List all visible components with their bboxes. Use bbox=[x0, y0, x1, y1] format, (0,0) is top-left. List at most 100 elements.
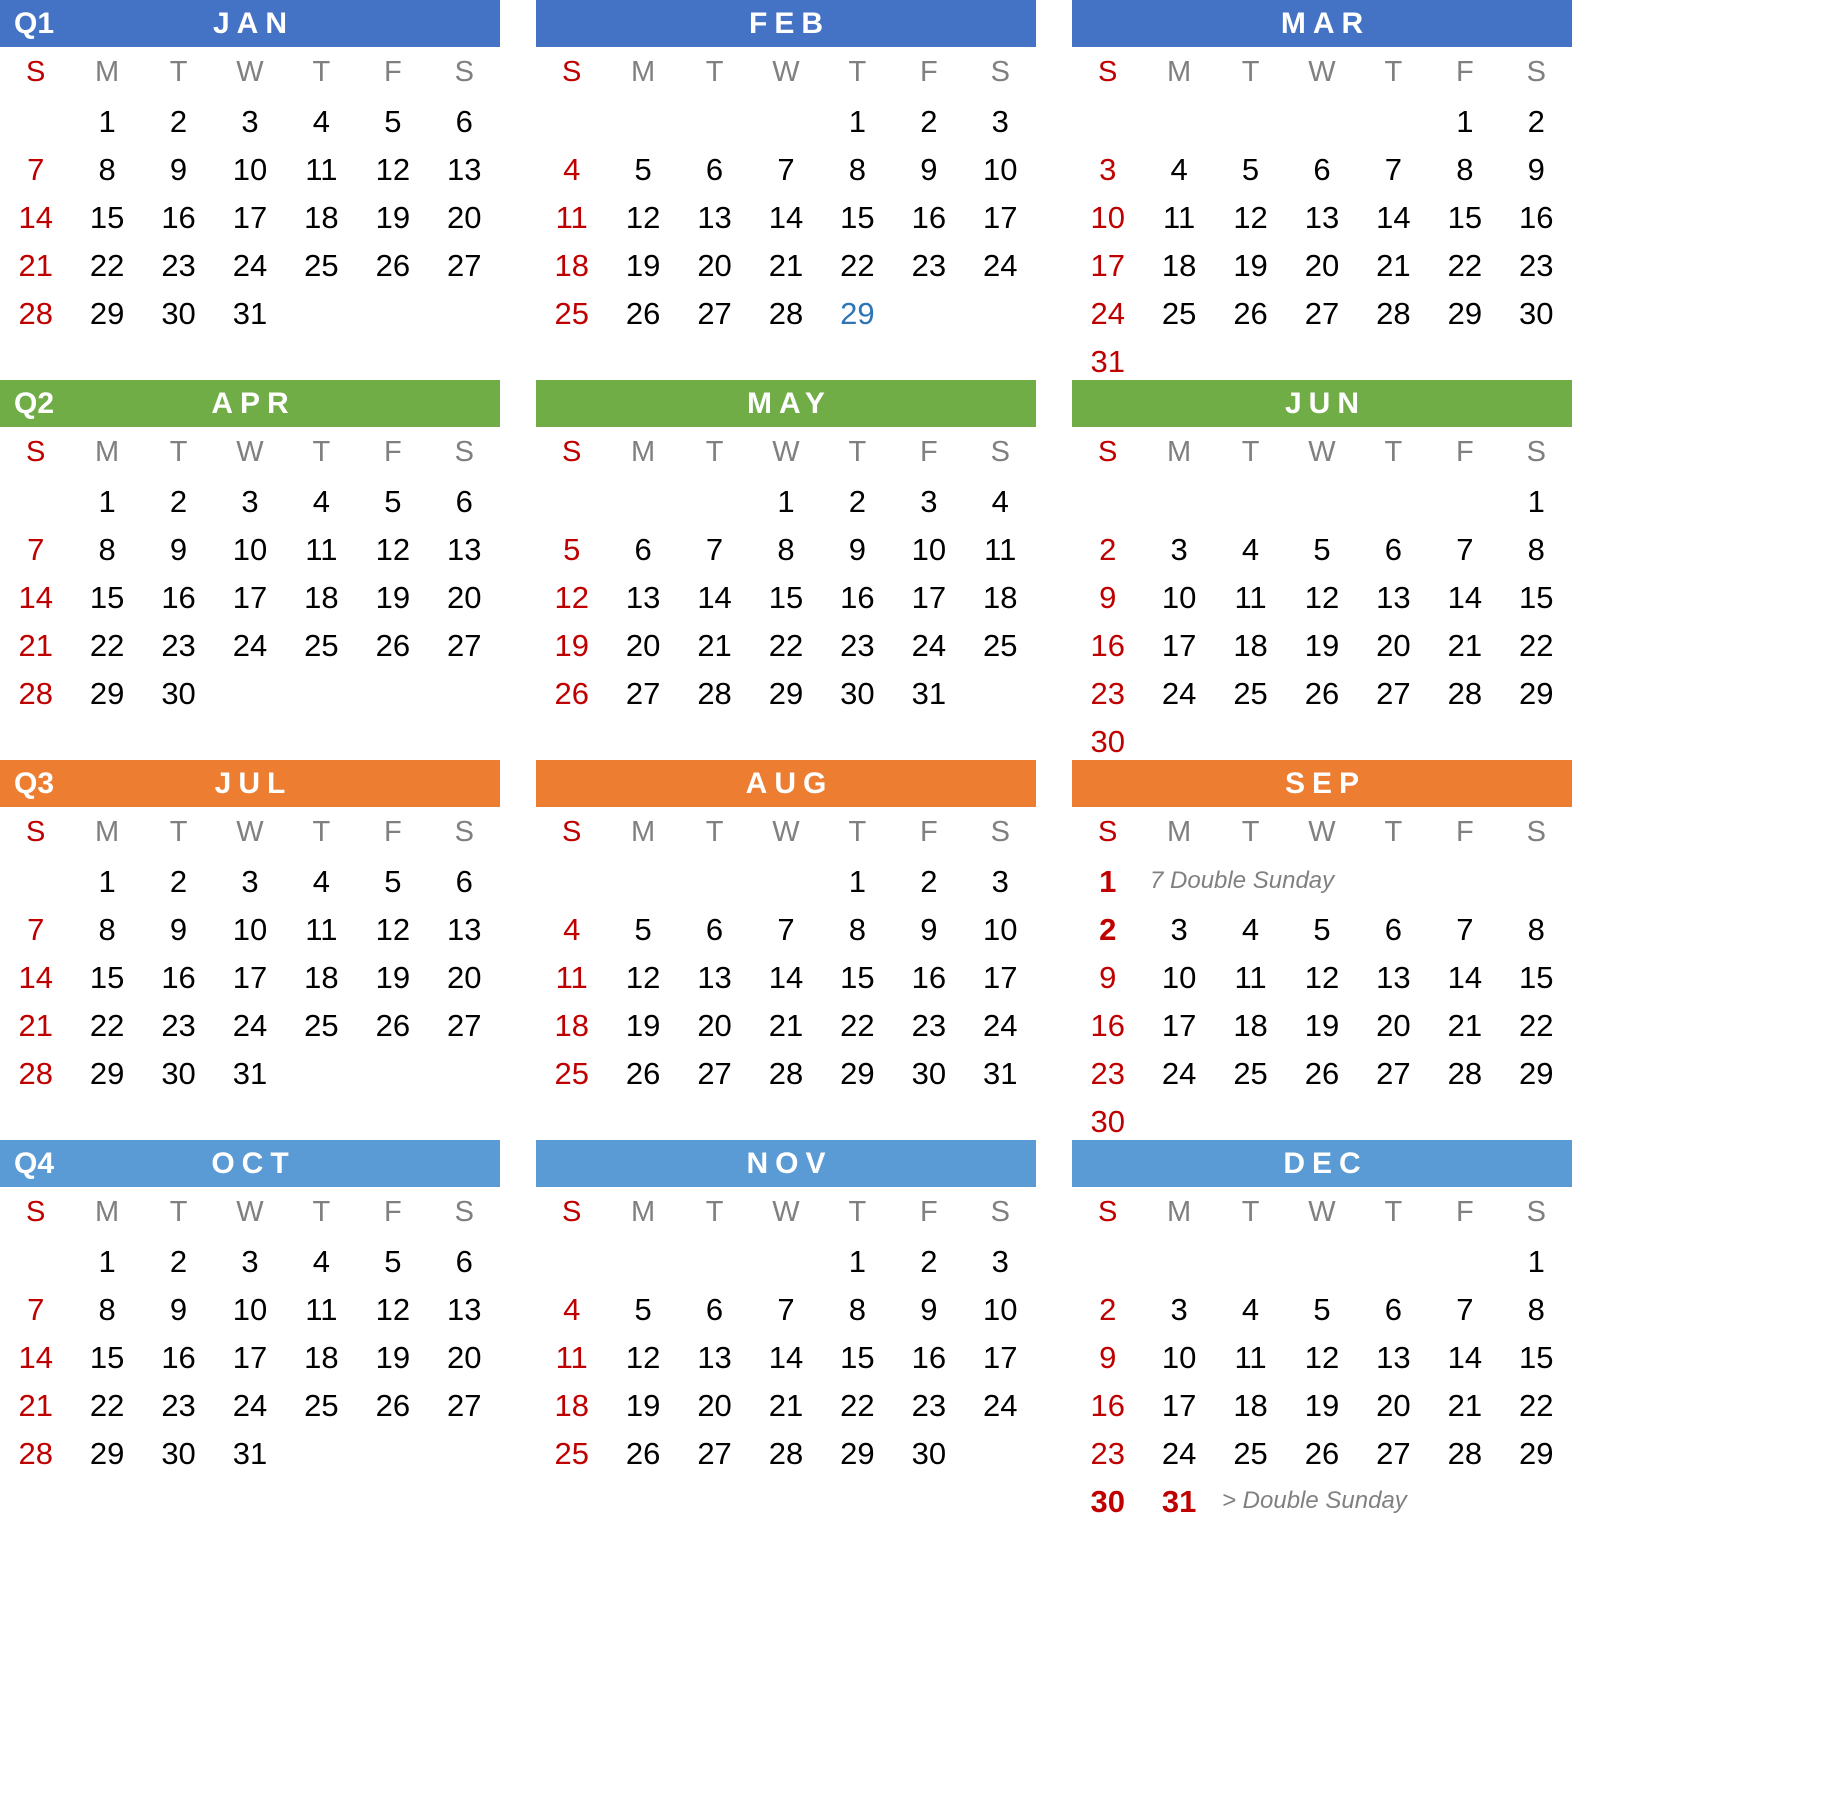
day-cell[interactable]: 7 bbox=[0, 154, 71, 185]
day-cell[interactable]: 30 bbox=[143, 298, 214, 329]
day-cell[interactable]: 6 bbox=[679, 914, 750, 945]
day-cell[interactable]: 1 bbox=[822, 1246, 893, 1277]
day-cell[interactable]: 5 bbox=[536, 534, 607, 565]
day-cell[interactable]: 24 bbox=[893, 630, 964, 661]
day-cell[interactable]: 21 bbox=[0, 1390, 71, 1421]
day-cell[interactable]: 23 bbox=[1072, 678, 1143, 709]
day-cell[interactable]: 13 bbox=[1358, 1342, 1429, 1373]
day-cell[interactable]: 30 bbox=[893, 1058, 964, 1089]
day-cell[interactable]: 4 bbox=[1215, 534, 1286, 565]
day-cell[interactable]: 18 bbox=[536, 1390, 607, 1421]
day-cell[interactable]: 3 bbox=[965, 1246, 1036, 1277]
day-cell[interactable]: 13 bbox=[429, 914, 500, 945]
day-cell[interactable]: 30 bbox=[143, 1438, 214, 1469]
day-cell[interactable]: 31 bbox=[1143, 1486, 1214, 1517]
day-cell[interactable]: 4 bbox=[286, 106, 357, 137]
day-cell[interactable]: 13 bbox=[679, 962, 750, 993]
day-cell[interactable]: 14 bbox=[750, 962, 821, 993]
day-cell[interactable]: 9 bbox=[893, 154, 964, 185]
day-cell[interactable]: 16 bbox=[893, 202, 964, 233]
day-cell[interactable]: 15 bbox=[71, 962, 142, 993]
day-cell[interactable]: 18 bbox=[1215, 630, 1286, 661]
day-cell[interactable]: 1 bbox=[71, 1246, 142, 1277]
day-cell[interactable]: 27 bbox=[679, 1058, 750, 1089]
day-cell[interactable]: 15 bbox=[822, 202, 893, 233]
day-cell[interactable]: 3 bbox=[1143, 914, 1214, 945]
day-cell[interactable]: 31 bbox=[1072, 346, 1143, 377]
day-cell[interactable]: 3 bbox=[214, 106, 285, 137]
day-cell[interactable]: 12 bbox=[1286, 1342, 1357, 1373]
day-cell[interactable]: 25 bbox=[1143, 298, 1214, 329]
day-cell[interactable]: 22 bbox=[71, 630, 142, 661]
day-cell[interactable]: 7 bbox=[750, 914, 821, 945]
day-cell[interactable]: 17 bbox=[965, 1342, 1036, 1373]
day-cell[interactable]: 16 bbox=[1072, 1010, 1143, 1041]
day-cell[interactable]: 14 bbox=[679, 582, 750, 613]
day-cell[interactable]: 20 bbox=[679, 1390, 750, 1421]
day-cell[interactable]: 7 bbox=[679, 534, 750, 565]
day-cell[interactable]: 29 bbox=[71, 1058, 142, 1089]
day-cell[interactable]: 16 bbox=[143, 962, 214, 993]
day-cell[interactable]: 10 bbox=[214, 154, 285, 185]
day-cell[interactable]: 10 bbox=[965, 1294, 1036, 1325]
day-cell[interactable]: 21 bbox=[0, 250, 71, 281]
day-cell[interactable]: 16 bbox=[143, 1342, 214, 1373]
day-cell[interactable]: 21 bbox=[1429, 1010, 1500, 1041]
day-cell[interactable]: 3 bbox=[1072, 154, 1143, 185]
day-cell[interactable]: 2 bbox=[143, 866, 214, 897]
day-cell[interactable]: 7 bbox=[750, 1294, 821, 1325]
day-cell[interactable]: 14 bbox=[750, 1342, 821, 1373]
day-cell[interactable]: 5 bbox=[357, 1246, 428, 1277]
day-cell[interactable]: 24 bbox=[214, 630, 285, 661]
day-cell[interactable]: 17 bbox=[1143, 1010, 1214, 1041]
day-cell[interactable]: 19 bbox=[1286, 1010, 1357, 1041]
day-cell[interactable]: 2 bbox=[1072, 1294, 1143, 1325]
day-cell[interactable]: 3 bbox=[214, 866, 285, 897]
day-cell[interactable]: 11 bbox=[1215, 962, 1286, 993]
day-cell[interactable]: 26 bbox=[1286, 1058, 1357, 1089]
day-cell[interactable]: 7 bbox=[0, 1294, 71, 1325]
day-cell[interactable]: 15 bbox=[71, 582, 142, 613]
day-cell[interactable]: 29 bbox=[822, 1438, 893, 1469]
day-cell[interactable]: 25 bbox=[1215, 678, 1286, 709]
day-cell[interactable]: 13 bbox=[679, 1342, 750, 1373]
day-cell[interactable]: 7 bbox=[0, 534, 71, 565]
day-cell[interactable]: 2 bbox=[893, 866, 964, 897]
day-cell[interactable]: 14 bbox=[0, 1342, 71, 1373]
day-cell[interactable]: 9 bbox=[1072, 582, 1143, 613]
day-cell[interactable]: 13 bbox=[1358, 962, 1429, 993]
day-cell[interactable]: 15 bbox=[750, 582, 821, 613]
day-cell[interactable]: 24 bbox=[1143, 1438, 1214, 1469]
day-cell[interactable]: 22 bbox=[1429, 250, 1500, 281]
day-cell[interactable]: 7 bbox=[1429, 534, 1500, 565]
day-cell[interactable]: 3 bbox=[893, 486, 964, 517]
day-cell[interactable]: 8 bbox=[71, 534, 142, 565]
day-cell[interactable]: 16 bbox=[893, 962, 964, 993]
day-cell[interactable]: 24 bbox=[1072, 298, 1143, 329]
day-cell[interactable]: 8 bbox=[71, 154, 142, 185]
day-cell[interactable]: 4 bbox=[1215, 1294, 1286, 1325]
day-cell[interactable]: 6 bbox=[607, 534, 678, 565]
day-cell[interactable]: 28 bbox=[0, 678, 71, 709]
day-cell[interactable]: 24 bbox=[214, 1010, 285, 1041]
day-cell[interactable]: 30 bbox=[1072, 1486, 1143, 1517]
day-cell[interactable]: 12 bbox=[1286, 962, 1357, 993]
day-cell[interactable]: 10 bbox=[214, 914, 285, 945]
day-cell[interactable]: 12 bbox=[357, 1294, 428, 1325]
day-cell[interactable]: 25 bbox=[286, 1010, 357, 1041]
day-cell[interactable]: 16 bbox=[893, 1342, 964, 1373]
day-cell[interactable]: 25 bbox=[536, 298, 607, 329]
day-cell[interactable]: 21 bbox=[750, 1390, 821, 1421]
day-cell[interactable]: 27 bbox=[679, 1438, 750, 1469]
day-cell[interactable]: 23 bbox=[893, 1010, 964, 1041]
day-cell[interactable]: 28 bbox=[0, 1438, 71, 1469]
day-cell[interactable]: 18 bbox=[536, 250, 607, 281]
day-cell[interactable]: 8 bbox=[1429, 154, 1500, 185]
day-cell[interactable]: 10 bbox=[965, 914, 1036, 945]
day-cell[interactable]: 19 bbox=[357, 1342, 428, 1373]
day-cell[interactable]: 11 bbox=[536, 1342, 607, 1373]
day-cell[interactable]: 7 bbox=[1429, 1294, 1500, 1325]
day-cell[interactable]: 27 bbox=[607, 678, 678, 709]
day-cell[interactable]: 7 bbox=[1429, 914, 1500, 945]
day-cell[interactable]: 2 bbox=[143, 486, 214, 517]
